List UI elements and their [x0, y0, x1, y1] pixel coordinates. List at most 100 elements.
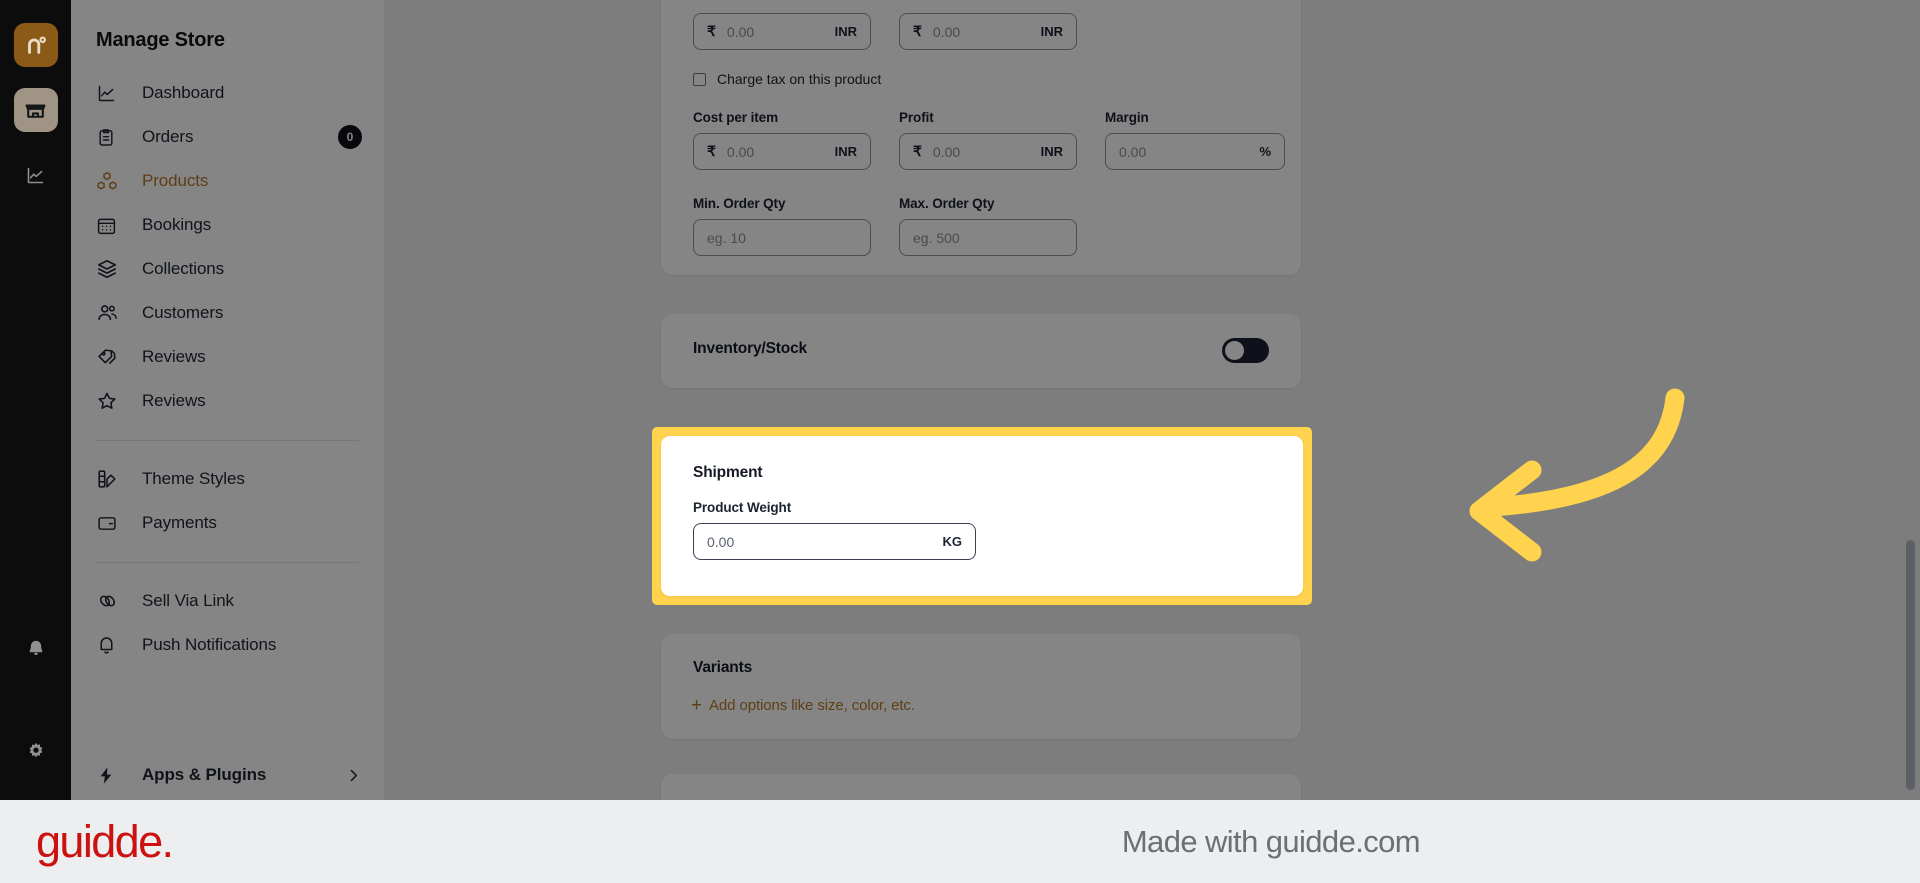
- sidebar-item-products[interactable]: Products: [71, 159, 384, 203]
- star-icon: [96, 389, 124, 413]
- product-form-scroll-area[interactable]: ₹ 0.00 INR ₹ 0.00 INR Charge tax on this…: [384, 0, 1920, 800]
- profit-input[interactable]: ₹ 0.00 INR: [899, 133, 1077, 170]
- clipboard-icon: [96, 125, 124, 149]
- bolt-icon: [96, 763, 124, 787]
- charge-tax-checkbox[interactable]: [693, 72, 706, 86]
- product-weight-input[interactable]: 0.00 KG: [693, 523, 976, 560]
- add-variant-options-link[interactable]: + Add options like size, color, etc.: [691, 696, 915, 715]
- sidebar-item-dashboard[interactable]: Dashboard: [71, 71, 384, 115]
- vertical-scrollbar-thumb[interactable]: [1906, 540, 1915, 790]
- store-tile[interactable]: [13, 88, 58, 132]
- link-icon: [96, 589, 124, 613]
- sidebar-item-label: Push Notifications: [142, 635, 277, 654]
- brand-logo-tile[interactable]: [13, 23, 58, 67]
- qty-inputs-row: eg. 10 eg. 500: [693, 219, 1077, 256]
- price-input[interactable]: ₹ 0.00 INR: [693, 13, 871, 50]
- sidebar-nav-list: Dashboard Orders 0 Products Bookings Col…: [71, 71, 384, 667]
- compare-price-input[interactable]: ₹ 0.00 INR: [899, 13, 1077, 50]
- margin-input[interactable]: 0.00 %: [1105, 133, 1285, 170]
- wallet-icon: [96, 511, 124, 535]
- settings-gear-icon[interactable]: [14, 730, 58, 774]
- min-order-qty-placeholder: eg. 10: [707, 229, 746, 246]
- sidebar-item-discounts[interactable]: Reviews: [71, 335, 384, 379]
- add-variant-options-label: Add options like size, color, etc.: [709, 697, 915, 714]
- manage-store-sidebar: Manage Store Dashboard Orders 0 Products…: [71, 0, 384, 800]
- made-with-guidde-label: Made with guidde.com: [1121, 823, 1421, 859]
- price-row: ₹ 0.00 INR ₹ 0.00 INR: [693, 13, 1077, 50]
- boxes-icon: [96, 169, 124, 193]
- price-currency-symbol: ₹: [707, 23, 716, 39]
- sidebar-item-label: Orders: [142, 127, 194, 146]
- min-order-qty-label: Min. Order Qty: [693, 196, 786, 211]
- sidebar-item-theme-styles[interactable]: Theme Styles: [71, 457, 384, 501]
- app-icon-rail: [0, 0, 71, 800]
- sidebar-item-label: Apps & Plugins: [142, 765, 267, 784]
- toggle-knob: [1225, 341, 1244, 360]
- compare-value: 0.00: [932, 23, 961, 40]
- sidebar-item-payments[interactable]: Payments: [71, 501, 384, 545]
- users-icon: [96, 301, 124, 325]
- compare-currency-symbol: ₹: [913, 23, 922, 39]
- shipment-title: Shipment: [693, 464, 763, 481]
- guidde-logo: guidde.: [36, 815, 174, 867]
- cost-value: 0.00: [726, 143, 755, 160]
- chart-line-icon: [96, 81, 124, 105]
- analytics-tile[interactable]: [14, 153, 58, 197]
- inventory-stock-card: Inventory/Stock: [661, 314, 1301, 388]
- sidebar-item-label: Customers: [142, 303, 224, 322]
- cost-per-item-input[interactable]: ₹ 0.00 INR: [693, 133, 871, 170]
- sidebar-item-label: Payments: [142, 513, 217, 532]
- profit-label: Profit: [899, 110, 934, 125]
- chevron-right-icon: [345, 767, 362, 784]
- compare-currency-code: INR: [1040, 24, 1063, 39]
- charge-tax-row[interactable]: Charge tax on this product: [693, 71, 881, 87]
- qty-labels-row: Min. Order Qty Max. Order Qty: [693, 196, 1077, 211]
- max-order-qty-placeholder: eg. 500: [913, 229, 960, 246]
- bell-icon: [96, 633, 124, 657]
- margin-label: Margin: [1105, 110, 1149, 125]
- sidebar-bottom-section: Apps & Plugins: [71, 750, 384, 800]
- application-window: ₹ 0.00 INR ₹ 0.00 INR Charge tax on this…: [0, 0, 1920, 800]
- product-weight-unit: KG: [942, 534, 963, 549]
- shipment-card: Shipment Product Weight 0.00 KG: [661, 436, 1303, 596]
- sidebar-item-label: Collections: [142, 259, 225, 278]
- cost-per-item-label: Cost per item: [693, 110, 778, 125]
- inventory-stock-toggle[interactable]: [1222, 338, 1269, 363]
- charge-tax-label: Charge tax on this product: [717, 71, 882, 87]
- shipment-card-highlight: Shipment Product Weight 0.00 KG: [652, 427, 1312, 605]
- screenshot-root: ₹ 0.00 INR ₹ 0.00 INR Charge tax on this…: [0, 0, 1920, 883]
- sidebar-item-sell-via-link[interactable]: Sell Via Link: [71, 579, 384, 623]
- price-currency-code: INR: [834, 24, 857, 39]
- sidebar-divider-1: [96, 440, 359, 441]
- sidebar-item-collections[interactable]: Collections: [71, 247, 384, 291]
- min-order-qty-input[interactable]: eg. 10: [693, 219, 871, 256]
- price-value: 0.00: [726, 23, 755, 40]
- plus-icon: +: [691, 695, 702, 716]
- sidebar-item-label: Sell Via Link: [142, 591, 234, 610]
- product-weight-label: Product Weight: [693, 500, 792, 515]
- sidebar-item-orders[interactable]: Orders 0: [71, 115, 384, 159]
- profit-value: 0.00: [932, 143, 961, 160]
- cost-currency-code: INR: [834, 144, 857, 159]
- pricing-card: ₹ 0.00 INR ₹ 0.00 INR Charge tax on this…: [661, 0, 1301, 275]
- sidebar-item-customers[interactable]: Customers: [71, 291, 384, 335]
- variants-title: Variants: [693, 659, 753, 676]
- sidebar-item-push-notifications[interactable]: Push Notifications: [71, 623, 384, 667]
- sidebar-item-label: Products: [142, 171, 209, 190]
- notifications-bell-icon[interactable]: [14, 627, 58, 671]
- orders-count-badge: 0: [338, 125, 362, 149]
- palette-icon: [96, 467, 124, 491]
- sidebar-item-label: Theme Styles: [142, 469, 245, 488]
- sidebar-item-label: Dashboard: [142, 83, 225, 102]
- max-order-qty-input[interactable]: eg. 500: [899, 219, 1077, 256]
- guidde-footer: guidde. Made with guidde.com: [0, 800, 1920, 883]
- margin-value: 0.00: [1119, 143, 1147, 160]
- margin-suffix: %: [1259, 144, 1271, 159]
- next-section-card: [661, 774, 1301, 800]
- sidebar-item-apps-plugins[interactable]: Apps & Plugins: [71, 750, 384, 800]
- max-order-qty-label: Max. Order Qty: [899, 196, 995, 211]
- sidebar-item-bookings[interactable]: Bookings: [71, 203, 384, 247]
- sidebar-title: Manage Store: [96, 29, 225, 51]
- product-weight-placeholder: 0.00: [707, 533, 735, 550]
- sidebar-item-reviews[interactable]: Reviews: [71, 379, 384, 423]
